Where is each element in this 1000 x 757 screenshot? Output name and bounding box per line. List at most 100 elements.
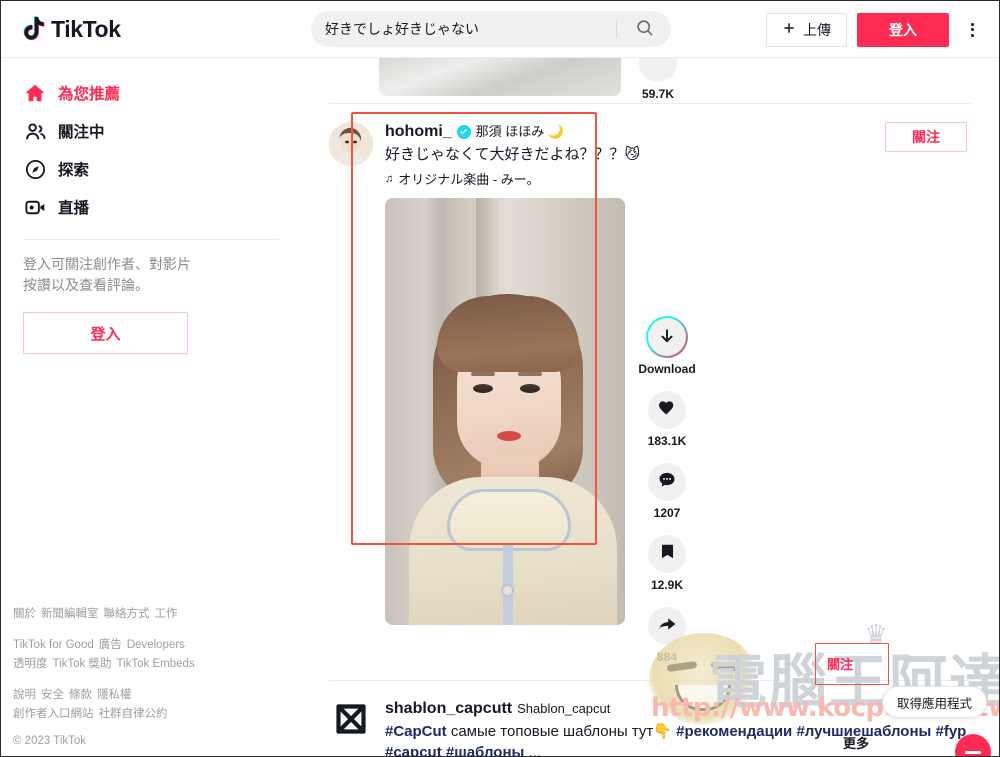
footer-link[interactable]: 工作 — [155, 608, 178, 620]
hashtag-link[interactable]: #capcut — [385, 744, 442, 756]
sidebar-item-explore[interactable]: 探索 — [11, 150, 291, 188]
comment-icon — [657, 470, 677, 495]
share-button[interactable] — [648, 607, 686, 645]
download-label: Download — [638, 362, 696, 376]
video-feed[interactable]: 59.7K hohomi_ 那須 ほほみ 🌙 好きじゃなくて大好きだよね？？？😼… — [301, 58, 999, 756]
post-video-row: Download 183.1K 1207 12.9K 884 — [329, 112, 967, 664]
footer-group-support: 說明 安全 條款 隱私權 創作者入口網站 社群自律公約 — [13, 685, 203, 723]
comment-count: 1207 — [653, 506, 681, 520]
footer-group-company: 關於 新聞編輯室 聯絡方式 工作 — [13, 604, 203, 623]
footer-row: 說明 安全 條款 隱私權 — [13, 685, 203, 704]
sidebar-login-button[interactable]: 登入 — [23, 312, 188, 354]
follow-button[interactable]: 關注 — [885, 122, 967, 152]
clipped-video-thumbnail[interactable] — [379, 58, 621, 96]
people-icon — [23, 119, 47, 143]
hashtag-link[interactable]: #шаблоны — [446, 744, 524, 756]
post-author-row: hohomi_ 那須 ほほみ 🌙 — [385, 122, 967, 141]
post-username[interactable]: shablon_capcutt — [385, 699, 512, 718]
search-button[interactable] — [617, 12, 671, 46]
heart-icon — [657, 398, 677, 423]
avatar[interactable] — [329, 699, 373, 743]
show-more-link[interactable]: 更多 — [843, 733, 869, 752]
post-header: hohomi_ 那須 ほほみ 🌙 好きじゃなくて大好きだよね？？？😼 ♫ オリジ… — [329, 104, 967, 188]
hashtag-link[interactable]: #рекомендации — [676, 723, 792, 740]
sidebar-label-live: 直播 — [58, 200, 90, 217]
footer-link[interactable]: 條款 — [69, 689, 92, 701]
tiktok-note-icon — [21, 15, 47, 43]
post-header: shablon_capcutt Shablon_capcut #CapCut с… — [329, 681, 967, 756]
hashtag-link[interactable]: #CapCut — [385, 723, 447, 740]
copyright-text: © 2023 TikTok — [13, 735, 87, 747]
avatar[interactable] — [329, 122, 373, 166]
comment-action: 1207 — [648, 463, 686, 520]
post-display-name: 那須 ほほみ 🌙 — [475, 124, 565, 139]
clipped-action-count: 59.7K — [641, 87, 675, 101]
post-music-row[interactable]: ♫ オリジナル楽曲 - みー。 — [385, 169, 967, 188]
compass-icon — [23, 157, 47, 181]
share-count: 884 — [656, 650, 678, 664]
get-app-button[interactable]: 取得應用程式 — [881, 686, 987, 718]
footer-link[interactable]: TikTok Embeds — [117, 658, 195, 670]
tiktok-logo[interactable]: TikTok — [1, 15, 301, 43]
footer-row: 關於 新聞編輯室 聯絡方式 工作 — [13, 604, 203, 623]
bookmark-action: 12.9K — [648, 535, 686, 592]
post-caption: 好きじゃなくて大好きだよね？？？😼 — [385, 146, 641, 163]
footer-link[interactable]: 社群自律公約 — [99, 708, 168, 720]
verified-badge-icon — [456, 124, 471, 139]
footer-link[interactable]: 關於 — [13, 608, 36, 620]
music-note-icon: ♫ — [385, 172, 394, 185]
download-button[interactable]: Download — [638, 316, 696, 376]
footer-link[interactable]: 透明度 — [13, 658, 48, 670]
bookmark-count: 12.9K — [650, 578, 684, 592]
browser-window: TikTok 上傳 登入 — [0, 0, 1000, 757]
kebab-menu-icon[interactable] — [959, 13, 985, 47]
footer-link[interactable]: 安全 — [41, 689, 64, 701]
like-action: 183.1K — [647, 391, 686, 448]
footer-link[interactable]: 廣告 — [99, 639, 122, 651]
footer-link[interactable]: TikTok for Good — [13, 639, 94, 651]
video-subject-eye-right — [520, 384, 540, 393]
search-input[interactable] — [311, 21, 616, 37]
sidebar-label-explore: 探索 — [58, 162, 90, 179]
post-username[interactable]: hohomi_ — [385, 122, 452, 141]
sidebar-item-following[interactable]: 關注中 — [11, 112, 291, 150]
sidebar-label-following: 關注中 — [58, 124, 105, 141]
footer-link[interactable]: 新聞編輯室 — [41, 608, 99, 620]
footer-link[interactable]: 隱私權 — [97, 689, 132, 701]
post-hohomi: hohomi_ 那須 ほほみ 🌙 好きじゃなくて大好きだよね？？？😼 ♫ オリジ… — [301, 104, 999, 664]
footer-link[interactable]: 說明 — [13, 689, 36, 701]
clipped-action-button[interactable] — [639, 58, 677, 82]
video-subject-bangs — [437, 296, 579, 372]
footer-row: 透明度 TikTok 獎助 TikTok Embeds — [13, 654, 203, 673]
sidebar-item-live[interactable]: 直播 — [11, 188, 291, 226]
sidebar-footer: 關於 新聞編輯室 聯絡方式 工作 TikTok for Good 廣告 Developer… — [13, 604, 203, 747]
share-arrow-icon — [657, 614, 677, 639]
login-prompt-text: 登入可關注創作者、對影片按讚以及查看評論。 — [23, 256, 191, 293]
search-icon — [635, 18, 654, 40]
footer-link[interactable]: TikTok 獎助 — [53, 658, 112, 670]
sidebar-item-for-you[interactable]: 為您推薦 — [11, 74, 291, 112]
post-author-row: shablon_capcutt Shablon_capcut — [385, 699, 967, 718]
post-action-rail: Download 183.1K 1207 12.9K 884 — [625, 198, 696, 664]
comment-button[interactable] — [648, 463, 686, 501]
video-subject-brow-left — [471, 372, 495, 376]
bookmark-button[interactable] — [648, 535, 686, 573]
clipped-post-above: 59.7K — [301, 58, 999, 103]
post-display-name: Shablon_capcut — [517, 701, 611, 716]
sidebar-label-for-you: 為您推薦 — [58, 86, 121, 103]
footer-link[interactable]: 聯絡方式 — [104, 608, 150, 620]
footer-row: 創作者入口網站 社群自律公約 — [13, 704, 203, 723]
video-player[interactable] — [385, 198, 625, 625]
plus-icon — [782, 21, 796, 38]
app-header: TikTok 上傳 登入 — [1, 1, 999, 58]
footer-link[interactable]: Developers — [127, 639, 185, 651]
search-bar — [311, 11, 671, 47]
video-subject-collar — [447, 489, 571, 551]
video-subject-button — [501, 584, 514, 597]
header-login-button[interactable]: 登入 — [857, 12, 949, 47]
follow-button-annotated-label[interactable]: 關注 — [827, 654, 853, 673]
footer-link[interactable]: 創作者入口網站 — [13, 708, 94, 720]
like-button[interactable] — [647, 391, 686, 429]
upload-button[interactable]: 上傳 — [766, 12, 847, 47]
post-caption: #CapCut самые топовые шаблоны тут👇 #реко… — [385, 721, 967, 756]
